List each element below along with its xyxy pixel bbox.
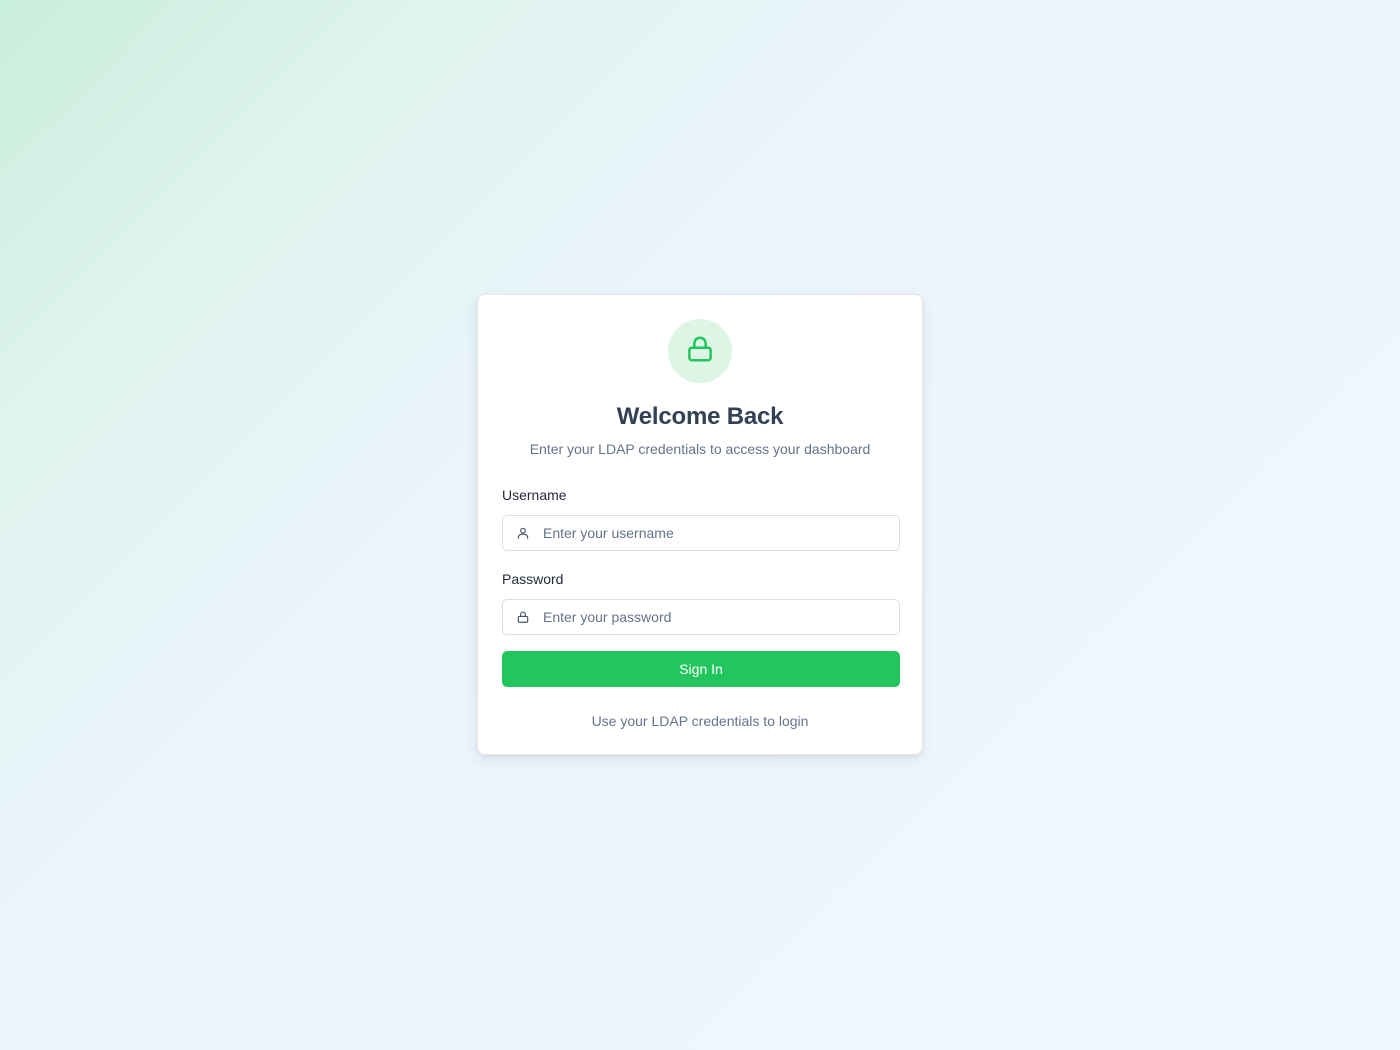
lock-badge bbox=[668, 319, 732, 383]
lock-icon bbox=[685, 334, 715, 369]
password-field[interactable] bbox=[502, 599, 900, 635]
page-subtitle: Enter your LDAP credentials to access yo… bbox=[529, 441, 871, 457]
username-field[interactable] bbox=[502, 515, 900, 551]
password-label: Password bbox=[502, 571, 564, 587]
username-input[interactable] bbox=[543, 516, 899, 550]
page-title: Welcome Back bbox=[616, 403, 784, 430]
username-label: Username bbox=[502, 487, 567, 503]
lock-icon bbox=[516, 610, 530, 624]
password-input[interactable] bbox=[543, 600, 899, 634]
login-hint: Use your LDAP credentials to login bbox=[591, 713, 809, 729]
sign-in-button[interactable]: Sign In bbox=[502, 651, 900, 687]
user-icon bbox=[516, 526, 530, 540]
login-card: Welcome Back Enter your LDAP credentials… bbox=[477, 294, 923, 755]
